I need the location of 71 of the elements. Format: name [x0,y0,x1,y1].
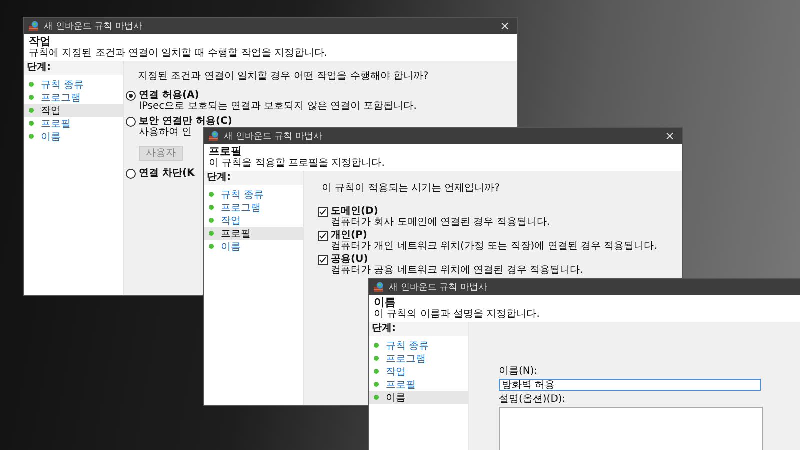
step-link[interactable]: 작업 [369,365,468,378]
bullet-icon [29,82,34,87]
steps-heading: 단계: [204,171,303,185]
bullet-icon [374,382,379,387]
field-label: 설명(옵션)(D): [499,394,567,406]
bullet-icon [209,244,214,249]
page-subtitle: 이 규칙을 적용할 프로필을 지정합니다. [209,158,386,169]
page-subtitle: 이 규칙의 이름과 설명을 지정합니다. [374,309,541,320]
option-description: 컴퓨터가 개인 네트워크 위치(가정 또는 직장)에 연결된 경우 적용됩니다. [331,241,658,252]
step-link[interactable]: 작업 [24,104,123,117]
step-link[interactable]: 프로그램 [24,91,123,104]
bullet-icon [209,192,214,197]
bullet-icon [374,369,379,374]
bullet-icon [29,95,34,100]
step-link[interactable]: 이름 [204,240,303,253]
step-link[interactable]: 프로그램 [369,352,468,365]
radio-button[interactable] [126,116,136,126]
step-link[interactable]: 규칙 종류 [204,188,303,201]
bullet-icon [374,343,379,348]
name-field[interactable]: 방화벽 허용 [499,379,761,391]
step-link[interactable]: 규칙 종류 [369,339,468,352]
radio-button[interactable] [126,90,136,100]
page-heading: 이름 [374,297,397,309]
bullet-icon [29,134,34,139]
window-title: 새 인바운드 규칙 마법사 [44,20,144,32]
wall-globe-icon [374,282,384,292]
bullet-icon [209,205,214,210]
step-link[interactable]: 프로필 [204,227,303,240]
close-button[interactable]: × [662,129,677,143]
option-label: 개인(P) [331,230,368,241]
checkbox[interactable] [318,254,328,264]
page-heading: 프로필 [209,146,243,158]
question-text: 지정된 조건과 연결이 일치할 경우 어떤 작업을 수행해야 합니까? [138,71,430,82]
question-text: 이 규칙이 적용되는 시기는 언제입니까? [322,183,502,194]
option-label: 연결 허용(A) [139,90,200,101]
bullet-icon [209,231,214,236]
steps-heading: 단계: [24,61,123,75]
customize-button[interactable]: 사용자 [139,146,183,161]
step-link[interactable]: 프로그램 [204,201,303,214]
option-label: 연결 차단(K [139,168,195,179]
page-heading: 작업 [29,36,52,48]
description-field[interactable] [499,407,763,450]
checkbox[interactable] [318,206,328,216]
option-label: 보안 연결만 허용(C) [139,116,232,127]
option-label: 공용(U) [331,254,368,265]
window-title: 새 인바운드 규칙 마법사 [389,282,489,294]
bullet-icon [374,356,379,361]
radio-button[interactable] [126,168,136,178]
wall-globe-icon [209,131,219,141]
bullet-icon [29,108,34,113]
step-link[interactable]: 이름 [24,130,123,143]
bullet-icon [29,121,34,126]
checkbox[interactable] [318,230,328,240]
step-link[interactable]: 이름 [369,391,468,404]
page-subtitle: 규칙에 지정된 조건과 연결이 일치할 때 수행할 작업을 지정합니다. [29,48,329,59]
steps-heading: 단계: [369,322,468,336]
bullet-icon [374,395,379,400]
close-button[interactable]: × [498,19,512,33]
option-label: 도메인(D) [331,206,378,217]
option-description: 컴퓨터가 공용 네트워크 위치에 연결된 경우 적용됩니다. [331,265,584,276]
step-link[interactable]: 작업 [204,214,303,227]
step-link[interactable]: 프로필 [369,378,468,391]
field-label: 이름(N): [499,366,539,378]
step-link[interactable]: 규칙 종류 [24,78,123,91]
step-link[interactable]: 프로필 [24,117,123,130]
wall-globe-icon [29,21,39,31]
bullet-icon [209,218,214,223]
window-title: 새 인바운드 규칙 마법사 [224,130,324,142]
option-description: IPsec으로 보호되는 연결과 보호되지 않은 연결이 포함됩니다. [139,101,417,112]
option-description: 컴퓨터가 회사 도메인에 연결된 경우 적용됩니다. [331,217,550,228]
option-description: 사용하여 인 [139,127,192,138]
